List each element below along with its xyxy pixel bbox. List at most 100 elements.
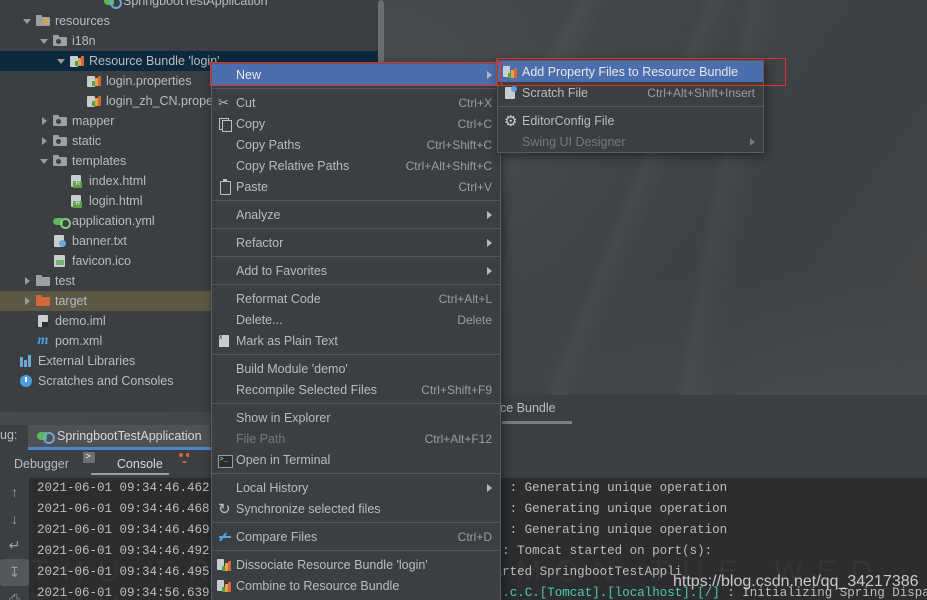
menu-item-icon-slot [216, 158, 234, 174]
log-message: : Tomcat started on port(s): [502, 544, 713, 558]
resource-bundle-icon [69, 53, 85, 69]
menu-item-reformat-code[interactable]: Reformat Code Ctrl+Alt+L [212, 288, 500, 309]
editor-tab-label[interactable]: ce Bundle [500, 401, 556, 415]
menu-item-open-in-terminal[interactable]: Open in Terminal [212, 449, 500, 470]
menu-item-label: Reformat Code [236, 291, 321, 306]
menu-item-create-gist[interactable]: Create Gist... [212, 596, 500, 600]
menu-item-dissociate-resource-bundle-login[interactable]: Dissociate Resource Bundle 'login' [212, 554, 500, 575]
source-folder-icon [52, 113, 68, 129]
tree-item-springboottestapplication[interactable]: SpringbootTestApplication [0, 0, 384, 11]
menu-item-label: Swing UI Designer [522, 134, 626, 149]
tree-item-resources[interactable]: resources [0, 11, 384, 31]
log-timestamp: 2021-06-01 09:34:46.468 [37, 502, 210, 516]
menu-item-label: Synchronize selected files [236, 501, 381, 516]
print-icon[interactable]: ⎙ [0, 586, 29, 600]
menu-separator [212, 200, 500, 201]
tree-item-label: banner.txt [72, 234, 127, 248]
debug-subtab-console[interactable]: Console [83, 450, 177, 478]
menu-item-label: Mark as Plain Text [236, 333, 338, 348]
menu-item-paste[interactable]: Paste Ctrl+V [212, 176, 500, 197]
menu-item-scratch-file[interactable]: Scratch File Ctrl+Alt+Shift+Insert [498, 82, 763, 103]
submenu-arrow-icon [487, 210, 492, 219]
menu-separator [212, 284, 500, 285]
menu-item-new[interactable]: New [212, 64, 500, 85]
iml-file-icon [35, 313, 51, 329]
menu-item-copy[interactable]: Copy Ctrl+C [212, 113, 500, 134]
scratches-icon [18, 373, 34, 389]
menu-item-mark-as-plain-text[interactable]: Mark as Plain Text [212, 330, 500, 351]
log-timestamp: 2021-06-01 09:34:46.492 [37, 544, 210, 558]
tree-item-i18n[interactable]: i18n [0, 31, 384, 51]
menu-item-copy-relative-paths[interactable]: Copy Relative Paths Ctrl+Alt+Shift+C [212, 155, 500, 176]
menu-item-analyze[interactable]: Analyze [212, 204, 500, 225]
copy-icon [216, 116, 234, 132]
chevron-right-icon[interactable] [38, 135, 50, 147]
menu-item-label: Delete... [236, 312, 283, 327]
chevron-down-icon[interactable] [55, 55, 67, 67]
menu-item-label: Scratch File [522, 85, 588, 100]
chevron-down-icon[interactable] [38, 35, 50, 47]
menu-item-delete[interactable]: Delete... Delete [212, 309, 500, 330]
tree-item-label: static [72, 134, 102, 148]
chevron-down-icon[interactable] [21, 15, 33, 27]
menu-item-icon-slot [216, 235, 234, 251]
menu-item-build-module-demo[interactable]: Build Module 'demo' [212, 358, 500, 379]
submenu-arrow-icon [487, 70, 492, 79]
external-libraries-icon [18, 353, 34, 369]
menu-item-label: Copy Relative Paths [236, 158, 350, 173]
submenu-arrow-icon [487, 238, 492, 247]
console-toolbar[interactable]: ↑ ↓ ↵ ↧ ⎙ [0, 478, 29, 600]
scroll-to-end-icon[interactable]: ↧ [0, 559, 29, 586]
menu-item-shortcut: Ctrl+V [458, 179, 492, 194]
menu-item-icon-slot [216, 382, 234, 398]
chevron-right-icon[interactable] [21, 275, 33, 287]
scroll-up-icon[interactable]: ↑ [0, 478, 29, 505]
new-submenu[interactable]: Add Property Files to Resource Bundle Scr… [497, 60, 764, 153]
context-menu[interactable]: New Cut Ctrl+X Copy Ctrl+C Copy Paths Ctrl+Shi… [211, 63, 501, 600]
tree-item-label: mapper [72, 114, 115, 128]
menu-item-label: Copy Paths [236, 137, 301, 152]
tree-item-label: Resource Bundle 'login' [89, 54, 220, 68]
debug-subtab-debugger[interactable]: Debugger [0, 450, 83, 478]
menu-item-compare-files[interactable]: Compare Files Ctrl+D [212, 526, 500, 547]
menu-item-combine-to-resource-bundle[interactable]: Combine to Resource Bundle [212, 575, 500, 596]
folder-icon [35, 273, 51, 289]
soft-wrap-icon[interactable]: ↵ [0, 532, 29, 559]
menu-item-recompile-selected-files[interactable]: Recompile Selected Files Ctrl+Shift+F9 [212, 379, 500, 400]
menu-item-label: Add Property Files to Resource Bundle [522, 64, 739, 79]
menu-item-shortcut: Ctrl+Shift+C [426, 137, 492, 152]
log-message: : Initializing Spring Dispat [727, 586, 927, 600]
menu-item-copy-paths[interactable]: Copy Paths Ctrl+Shift+C [212, 134, 500, 155]
chevron-down-icon[interactable] [38, 155, 50, 167]
run-configuration-tab[interactable]: SpringbootTestApplication [28, 425, 210, 447]
tree-item-label: favicon.ico [72, 254, 132, 268]
menu-item-refactor[interactable]: Refactor [212, 232, 500, 253]
tree-item-label: application.yml [72, 214, 155, 228]
menu-item-local-history[interactable]: Local History [212, 477, 500, 498]
chevron-right-icon[interactable] [21, 295, 33, 307]
scroll-down-icon[interactable]: ↓ [0, 505, 29, 532]
menu-item-label: Compare Files [236, 529, 318, 544]
menu-item-add-to-favorites[interactable]: Add to Favorites [212, 260, 500, 281]
chevron-right-icon[interactable] [38, 115, 50, 127]
menu-item-editorconfig-file[interactable]: EditorConfig File [498, 110, 763, 131]
menu-item-show-in-explorer[interactable]: Show in Explorer [212, 407, 500, 428]
project-tree-scrollbar[interactable] [378, 0, 384, 64]
menu-item-label: Analyze [236, 207, 281, 222]
log-message: : Generating unique operation [509, 481, 728, 495]
menu-item-add-property-files-to-resource-bundle[interactable]: Add Property Files to Resource Bundle [498, 61, 763, 82]
log-message: : Generating unique operation [509, 523, 728, 537]
menu-item-label: File Path [236, 431, 286, 446]
menu-item-synchronize-selected-files[interactable]: Synchronize selected files [212, 498, 500, 519]
menu-item-cut[interactable]: Cut Ctrl+X [212, 92, 500, 113]
menu-item-label: Paste [236, 179, 268, 194]
editor-tab-underline [502, 421, 572, 424]
menu-separator [212, 403, 500, 404]
